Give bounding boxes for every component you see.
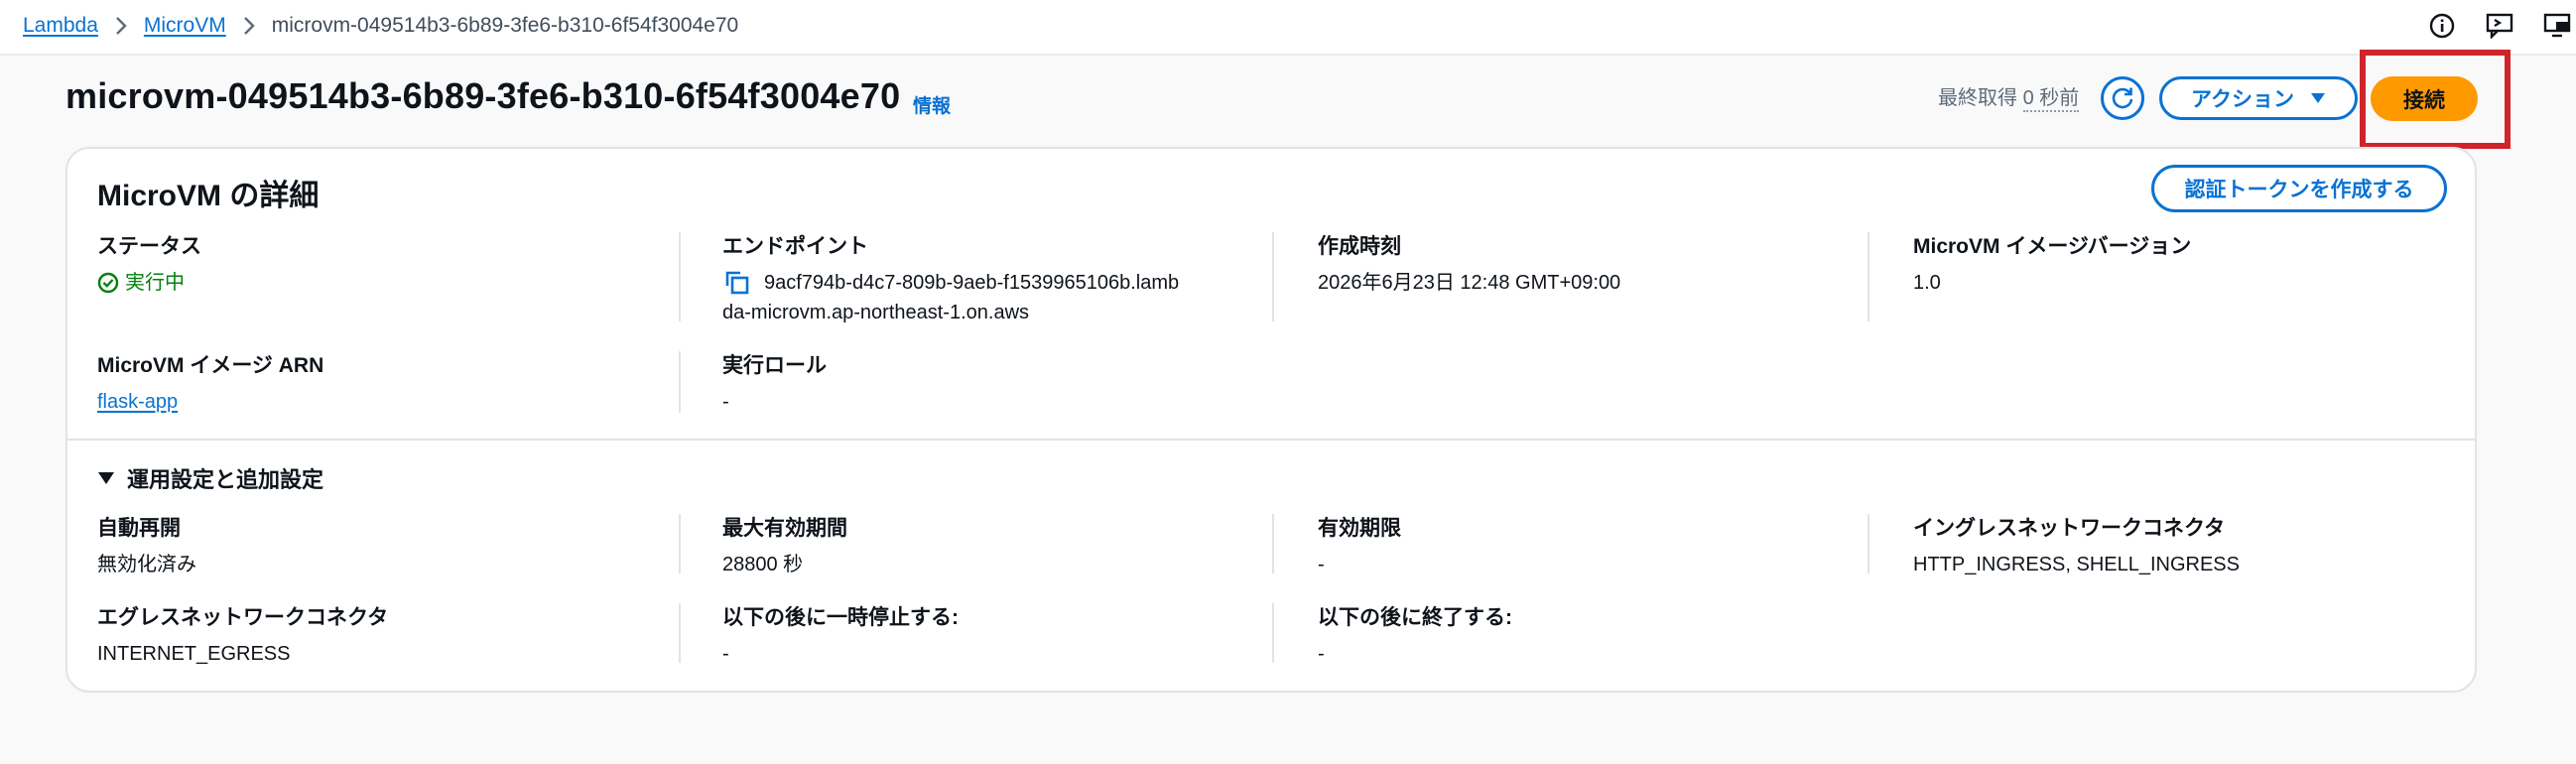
caret-down-icon [2310, 93, 2325, 103]
expiry-field: 有効期限 - [1318, 512, 1401, 579]
page-title: microvm-049514b3-6b89-3fe6-b310-6f54f300… [65, 75, 901, 116]
ingress-value: HTTP_INGRESS, SHELL_INGRESS [1913, 554, 2240, 575]
column-divider [1272, 603, 1274, 663]
exec-role-field: 実行ロール - [722, 349, 827, 417]
column-divider [1868, 232, 1869, 321]
egress-label: エグレスネットワークコネクタ [97, 606, 389, 629]
exec-role-label: 実行ロール [722, 354, 827, 377]
column-divider [679, 514, 681, 573]
image-arn-field: MicroVM イメージ ARN flask-app [97, 349, 323, 417]
advanced-settings-toggle[interactable]: 運用設定と追加設定 [97, 462, 323, 494]
egress-field: エグレスネットワークコネクタ INTERNET_EGRESS [97, 601, 388, 669]
terminate-after-field: 以下の後に終了する: - [1318, 601, 1512, 669]
image-arn-link[interactable]: flask-app [97, 391, 178, 413]
breadcrumb-lambda[interactable]: Lambda [23, 14, 98, 38]
terminate-after-value: - [1318, 643, 1325, 665]
connect-button[interactable]: 接続 [2371, 76, 2478, 121]
copy-icon[interactable] [722, 268, 752, 298]
endpoint-field: エンドポイント 9acf794b-d4c7-809b-9aeb-f1539965… [722, 230, 1179, 327]
endpoint-value: 9acf794b-d4c7-809b-9aeb-f1539965106b.lam… [722, 268, 1179, 327]
column-divider [679, 603, 681, 663]
image-version-label: MicroVM イメージバージョン [1913, 235, 2192, 258]
actions-dropdown-button[interactable]: アクション [2159, 76, 2358, 120]
last-fetched-label: 最終取得 [1938, 87, 2017, 109]
last-fetched-value: 0 秒前 [2022, 87, 2080, 112]
caret-down-icon [98, 472, 114, 484]
microvm-details-panel: MicroVM の詳細 認証トークンを作成する ステータス 実行中 エンドポイン… [65, 147, 2477, 693]
pause-after-field: 以下の後に一時停止する: - [722, 601, 959, 669]
status-value: 実行中 [97, 268, 201, 298]
breadcrumb: Lambda MicroVM microvm-049514b3-6b89-3fe… [23, 10, 738, 42]
column-divider [679, 232, 681, 321]
endpoint-line-1: 9acf794b-d4c7-809b-9aeb-f1539965106b.lam… [764, 272, 1180, 294]
breadcrumb-current: microvm-049514b3-6b89-3fe6-b310-6f54f300… [271, 14, 739, 37]
endpoint-line-2: da-microvm.ap-northeast-1.on.aws [722, 302, 1030, 323]
advanced-settings-title: 運用設定と追加設定 [127, 467, 324, 492]
screen-icon[interactable] [2538, 10, 2576, 42]
auto-restart-label: 自動再開 [97, 517, 181, 540]
breadcrumb-microvm[interactable]: MicroVM [144, 14, 226, 38]
status-label: ステータス [97, 235, 201, 258]
top-bar: Lambda MicroVM microvm-049514b3-6b89-3fe… [0, 0, 2576, 56]
info-link[interactable]: 情報 [913, 91, 951, 118]
auto-restart-value: 無効化済み [97, 554, 196, 575]
status-text: 実行中 [125, 272, 185, 294]
created-field: 作成時刻 2026年6月23日 12:48 GMT+09:00 [1318, 230, 1620, 298]
image-arn-label: MicroVM イメージ ARN [97, 354, 324, 377]
pause-after-label: 以下の後に一時停止する: [722, 606, 959, 629]
expiry-label: 有効期限 [1318, 517, 1401, 540]
auto-restart-field: 自動再開 無効化済み [97, 512, 196, 579]
chevron-right-icon [98, 16, 144, 36]
chevron-right-icon [226, 16, 272, 36]
egress-value: INTERNET_EGRESS [97, 643, 291, 665]
image-version-value: 1.0 [1913, 272, 1941, 294]
refresh-icon [2112, 87, 2133, 109]
pause-after-value: - [722, 643, 729, 665]
top-icon-group [2403, 10, 2576, 42]
info-circle-icon[interactable] [2423, 10, 2461, 42]
ingress-field: イングレスネットワークコネクタ HTTP_INGRESS, SHELL_INGR… [1913, 512, 2240, 579]
terminate-after-label: 以下の後に終了する: [1318, 606, 1512, 629]
image-version-field: MicroVM イメージバージョン 1.0 [1913, 230, 2191, 298]
panel-title: MicroVM の詳細 [97, 180, 320, 212]
exec-role-value: - [722, 391, 729, 413]
expiry-value: - [1318, 554, 1325, 575]
section-divider [67, 439, 2475, 441]
max-lifetime-label: 最大有効期間 [722, 517, 847, 540]
column-divider [1272, 514, 1274, 573]
check-circle-icon [97, 272, 119, 294]
created-value: 2026年6月23日 12:48 GMT+09:00 [1318, 272, 1621, 294]
created-label: 作成時刻 [1318, 235, 1401, 258]
last-fetched-text: 最終取得 0 秒前 [1938, 81, 2080, 112]
column-divider [1272, 232, 1274, 321]
endpoint-label: エンドポイント [722, 235, 868, 258]
max-lifetime-value: 28800 秒 [722, 554, 804, 575]
ingress-label: イングレスネットワークコネクタ [1913, 517, 2226, 540]
status-field: ステータス 実行中 [97, 230, 201, 298]
column-divider [1868, 514, 1869, 573]
create-token-button[interactable]: 認証トークンを作成する [2151, 165, 2447, 212]
refresh-button[interactable] [2101, 76, 2144, 120]
max-lifetime-field: 最大有効期間 28800 秒 [722, 512, 847, 579]
feedback-icon[interactable] [2481, 10, 2518, 42]
column-divider [679, 351, 681, 413]
actions-label: アクション [2191, 88, 2294, 111]
